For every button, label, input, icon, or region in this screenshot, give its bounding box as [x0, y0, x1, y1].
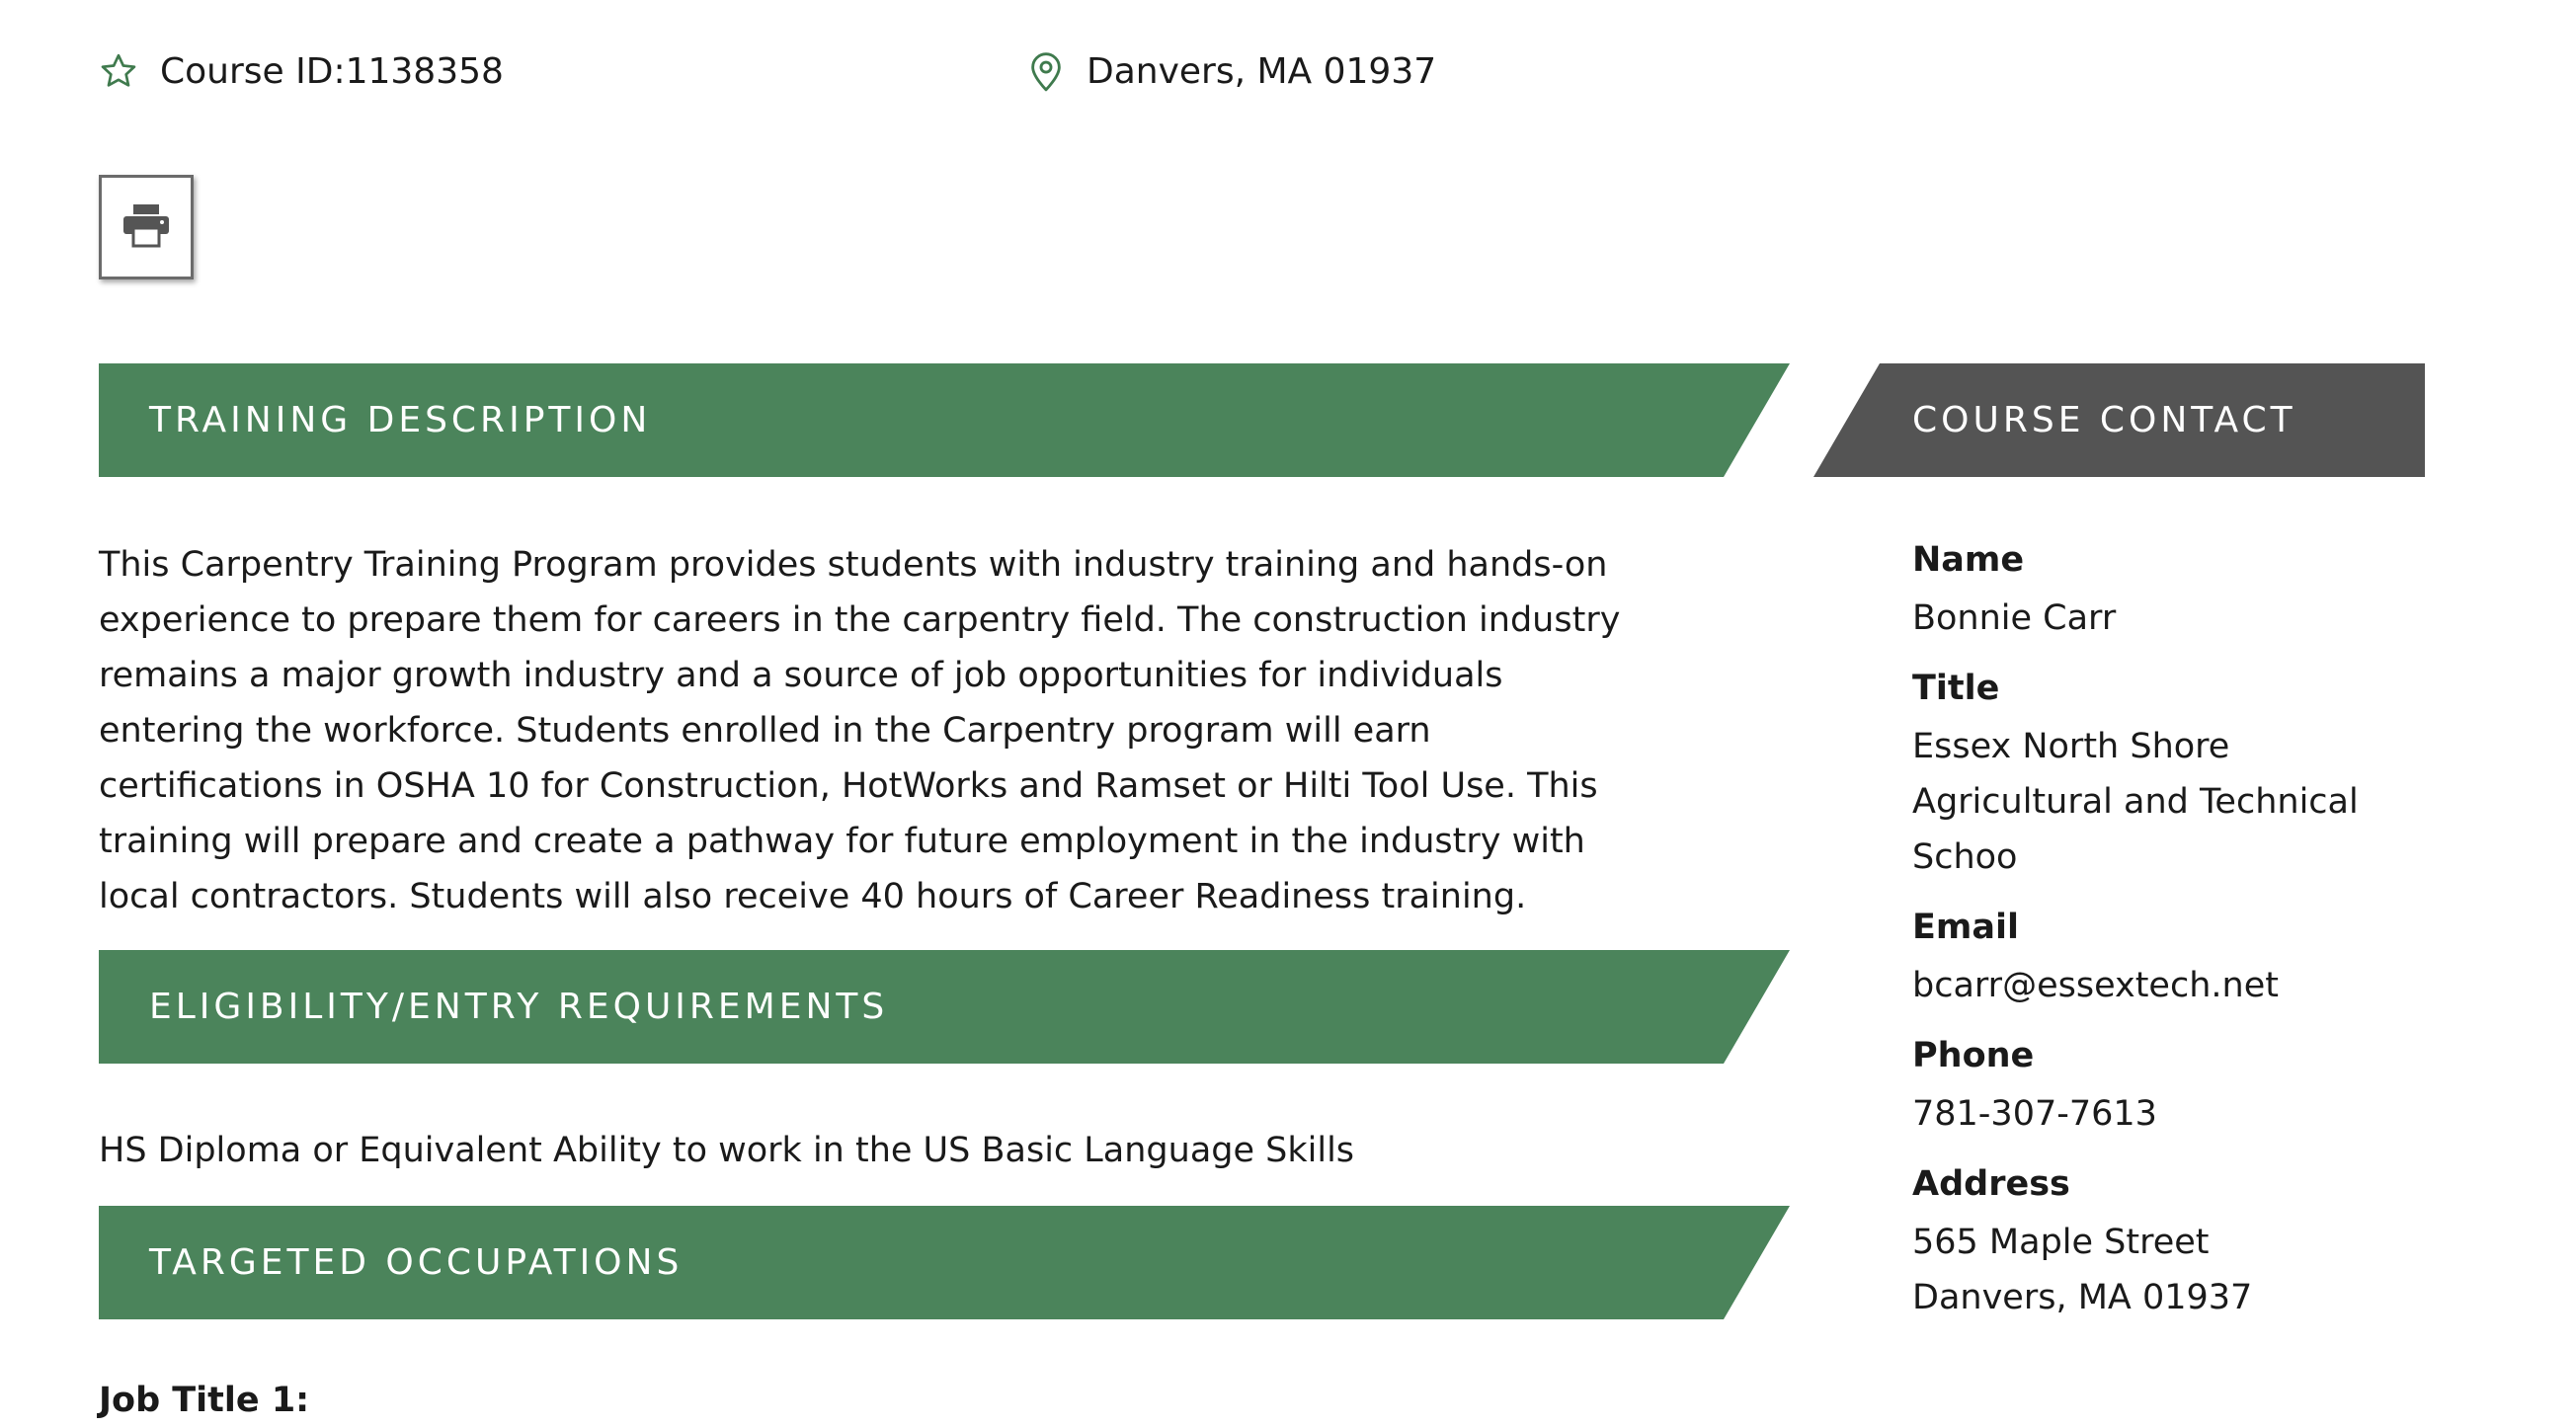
eligibility-heading-text: ELIGIBILITY/ENTRY REQUIREMENTS — [149, 987, 889, 1027]
targeted-occupations-heading-text: TARGETED OCCUPATIONS — [149, 1242, 684, 1283]
course-contact-heading: COURSE CONTACT — [1813, 363, 2425, 477]
contact-email[interactable]: bcarr@essextech.net — [1912, 958, 2426, 1013]
contact-title-label: Title — [1912, 669, 2000, 708]
course-id-text: Course ID:1138358 — [160, 50, 504, 92]
contact-address-line2: Danvers, MA 01937 — [1912, 1278, 2253, 1317]
course-id: Course ID:1138358 — [99, 47, 504, 95]
contact-address-label: Address — [1912, 1164, 2070, 1204]
training-description-heading: TRAINING DESCRIPTION — [99, 363, 1790, 477]
contact-address: 565 Maple Street Danvers, MA 01937 — [1912, 1215, 2426, 1325]
printer-icon — [121, 202, 171, 252]
contact-title: Essex North Shore Agricultural and Techn… — [1912, 727, 2359, 877]
star-outline-icon[interactable] — [99, 51, 138, 91]
eligibility-heading: ELIGIBILITY/ENTRY REQUIREMENTS — [99, 950, 1790, 1064]
contact-email-label: Email — [1912, 908, 2019, 947]
course-contact-heading-text: COURSE CONTACT — [1912, 400, 2296, 440]
contact-name-label: Name — [1912, 540, 2025, 580]
map-pin-icon — [1027, 49, 1065, 93]
course-contact-panel: Name Bonnie Carr Title Essex North Shore… — [1912, 529, 2426, 1325]
training-description-heading-text: TRAINING DESCRIPTION — [149, 400, 652, 440]
eligibility-body: HS Diploma or Equivalent Ability to work… — [99, 1131, 1355, 1170]
contact-name: Bonnie Carr — [1912, 598, 2117, 638]
contact-address-line1: 565 Maple Street — [1912, 1223, 2210, 1262]
contact-phone[interactable]: 781-307-7613 — [1912, 1086, 2426, 1142]
targeted-occupations-heading: TARGETED OCCUPATIONS — [99, 1206, 1790, 1319]
job-title-1-label: Job Title 1: — [99, 1381, 310, 1420]
course-location: Danvers, MA 01937 — [1027, 47, 1436, 95]
contact-phone-label: Phone — [1912, 1036, 2035, 1075]
location-text: Danvers, MA 01937 — [1087, 50, 1437, 92]
training-description-body: This Carpentry Training Program provides… — [99, 545, 1621, 916]
print-button[interactable] — [99, 175, 194, 279]
